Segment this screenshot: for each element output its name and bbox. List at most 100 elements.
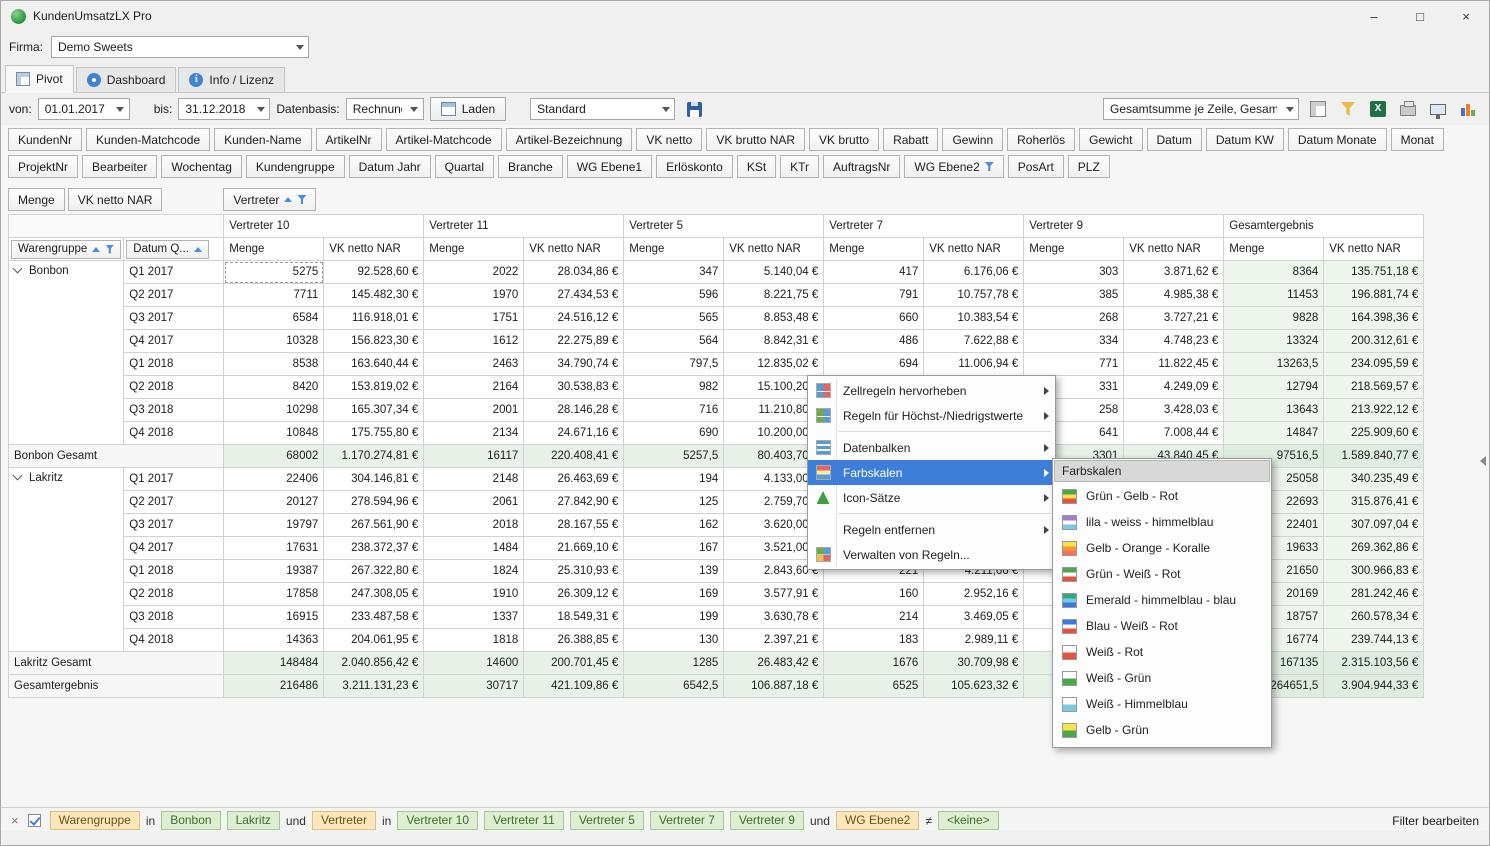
menu-item-icon-sätze[interactable]: Icon-Sätze	[808, 485, 1055, 510]
value-cell[interactable]: 267.322,80 €	[324, 560, 424, 583]
value-cell[interactable]: 160	[824, 583, 924, 606]
value-cell[interactable]: 1676	[824, 652, 924, 675]
data-field-chip-menge[interactable]: Menge	[8, 188, 65, 211]
value-cell[interactable]: 199	[624, 606, 724, 629]
value-cell[interactable]: 167	[624, 537, 724, 560]
value-cell[interactable]: 1285	[624, 652, 724, 675]
value-cell[interactable]: 238.372,37 €	[324, 537, 424, 560]
value-cell[interactable]: 385	[1024, 284, 1124, 307]
filter-value-chip-bonbon[interactable]: Bonbon	[161, 811, 220, 830]
value-cell[interactable]: 660	[824, 307, 924, 330]
value-cell[interactable]: 162	[624, 514, 724, 537]
value-cell[interactable]: 247.308,05 €	[324, 583, 424, 606]
value-cell[interactable]: 1612	[424, 330, 524, 353]
value-cell[interactable]: 5257,5	[624, 445, 724, 468]
value-cell[interactable]: 3.630,78 €	[724, 606, 824, 629]
value-cell[interactable]: 106.887,18 €	[724, 675, 824, 698]
value-cell[interactable]: 175.755,80 €	[324, 422, 424, 445]
value-cell[interactable]: 6542,5	[624, 675, 724, 698]
value-cell[interactable]: 307.097,04 €	[1324, 514, 1424, 537]
value-cell[interactable]: 24.671,16 €	[524, 422, 624, 445]
row-field-chip-datum-q[interactable]: Datum Q...	[126, 240, 209, 259]
value-cell[interactable]: 12.835,02 €	[724, 353, 824, 376]
value-cell[interactable]: 797,5	[624, 353, 724, 376]
value-cell[interactable]: 281.242,46 €	[1324, 583, 1424, 606]
value-cell[interactable]: 105.623,32 €	[924, 675, 1024, 698]
filter-field-chip-wg-ebene2[interactable]: WG Ebene2	[836, 811, 919, 830]
chevron-down-icon[interactable]	[406, 99, 423, 119]
filter-enabled-checkbox[interactable]	[28, 814, 41, 827]
value-cell[interactable]: 234.095,59 €	[1324, 353, 1424, 376]
field-chip-artikel-matchcode[interactable]: Artikel-Matchcode	[386, 128, 502, 151]
value-cell[interactable]: 417	[824, 261, 924, 284]
menu-item-verwalten-von-regeln[interactable]: Verwalten von Regeln...	[808, 542, 1055, 567]
value-cell[interactable]: 30717	[424, 675, 524, 698]
value-cell[interactable]: 28.146,28 €	[524, 399, 624, 422]
value-cell[interactable]: 2.315.103,56 €	[1324, 652, 1424, 675]
field-chip-projektnr[interactable]: ProjektNr	[8, 155, 78, 178]
field-chip-wg-ebene1[interactable]: WG Ebene1	[567, 155, 652, 178]
value-cell[interactable]: 204.061,95 €	[324, 629, 424, 652]
filter-edit-link[interactable]: Filter bearbeiten	[1392, 814, 1479, 828]
value-cell[interactable]: 30.538,83 €	[524, 376, 624, 399]
value-cell[interactable]: 16117	[424, 445, 524, 468]
close-button[interactable]: ×	[1443, 1, 1489, 31]
value-cell[interactable]: 1484	[424, 537, 524, 560]
value-cell[interactable]: 315.876,41 €	[1324, 491, 1424, 514]
value-cell[interactable]: 1824	[424, 560, 524, 583]
value-cell[interactable]: 14847	[1224, 422, 1324, 445]
collapse-panel-arrow-icon[interactable]	[1480, 456, 1486, 466]
value-cell[interactable]: 10298	[224, 399, 324, 422]
filter-value-chip-keine[interactable]: <keine>	[938, 811, 999, 830]
submenu-item-weiß-rot[interactable]: Weiß - Rot	[1053, 639, 1271, 665]
field-chip-wochentag[interactable]: Wochentag	[161, 155, 242, 178]
value-cell[interactable]: 1.589.840,77 €	[1324, 445, 1424, 468]
value-cell[interactable]: 2061	[424, 491, 524, 514]
value-cell[interactable]: 269.362,86 €	[1324, 537, 1424, 560]
value-cell[interactable]: 2001	[424, 399, 524, 422]
tab-pivot[interactable]: Pivot	[5, 65, 74, 93]
value-cell[interactable]: 194	[624, 468, 724, 491]
value-cell[interactable]: 19797	[224, 514, 324, 537]
value-cell[interactable]: 169	[624, 583, 724, 606]
value-cell[interactable]: 10.757,78 €	[924, 284, 1024, 307]
submenu-item-weiß-grün[interactable]: Weiß - Grün	[1053, 665, 1271, 691]
field-chip-auftragsnr[interactable]: AuftragsNr	[823, 155, 900, 178]
value-cell[interactable]: 486	[824, 330, 924, 353]
value-cell[interactable]: 125	[624, 491, 724, 514]
menu-item-datenbalken[interactable]: Datenbalken	[808, 435, 1055, 460]
value-cell[interactable]: 716	[624, 399, 724, 422]
field-chip-posart[interactable]: PosArt	[1008, 155, 1064, 178]
value-cell[interactable]: 213.922,12 €	[1324, 399, 1424, 422]
value-cell[interactable]: 68002	[224, 445, 324, 468]
value-cell[interactable]: 596	[624, 284, 724, 307]
row-field-chip-warengruppe[interactable]: Warengruppe	[11, 240, 121, 259]
value-cell[interactable]: 3.469,05 €	[924, 606, 1024, 629]
field-chip-artikel-bezeichnung[interactable]: Artikel-Bezeichnung	[506, 128, 633, 151]
filter-value-chip-vertreter-10[interactable]: Vertreter 10	[397, 811, 478, 830]
chart-button[interactable]	[1455, 97, 1481, 121]
value-cell[interactable]: 1910	[424, 583, 524, 606]
value-cell[interactable]: 16915	[224, 606, 324, 629]
value-cell[interactable]: 12794	[1224, 376, 1324, 399]
filter-value-chip-vertreter-7[interactable]: Vertreter 7	[650, 811, 724, 830]
field-chip-datum[interactable]: Datum	[1147, 128, 1202, 151]
value-cell[interactable]: 8.221,75 €	[724, 284, 824, 307]
field-chip-gewinn[interactable]: Gewinn	[942, 128, 1003, 151]
filter-value-chip-vertreter-5[interactable]: Vertreter 5	[570, 811, 644, 830]
maximize-button[interactable]: □	[1397, 1, 1443, 31]
value-cell[interactable]: 6584	[224, 307, 324, 330]
value-cell[interactable]: 196.881,74 €	[1324, 284, 1424, 307]
value-cell[interactable]: 4.985,38 €	[1124, 284, 1224, 307]
value-cell[interactable]: 165.307,34 €	[324, 399, 424, 422]
field-chip-vk-netto[interactable]: VK netto	[636, 128, 702, 151]
value-cell[interactable]: 982	[624, 376, 724, 399]
field-chip-bearbeiter[interactable]: Bearbeiter	[82, 155, 157, 178]
value-cell[interactable]: 690	[624, 422, 724, 445]
submenu-item-gelb-grün[interactable]: Gelb - Grün	[1053, 717, 1271, 743]
chevron-down-icon[interactable]	[657, 99, 674, 119]
value-cell[interactable]: 303	[1024, 261, 1124, 284]
value-cell[interactable]: 27.842,90 €	[524, 491, 624, 514]
field-chip-ktr[interactable]: KTr	[780, 155, 819, 178]
value-cell[interactable]: 2.989,11 €	[924, 629, 1024, 652]
